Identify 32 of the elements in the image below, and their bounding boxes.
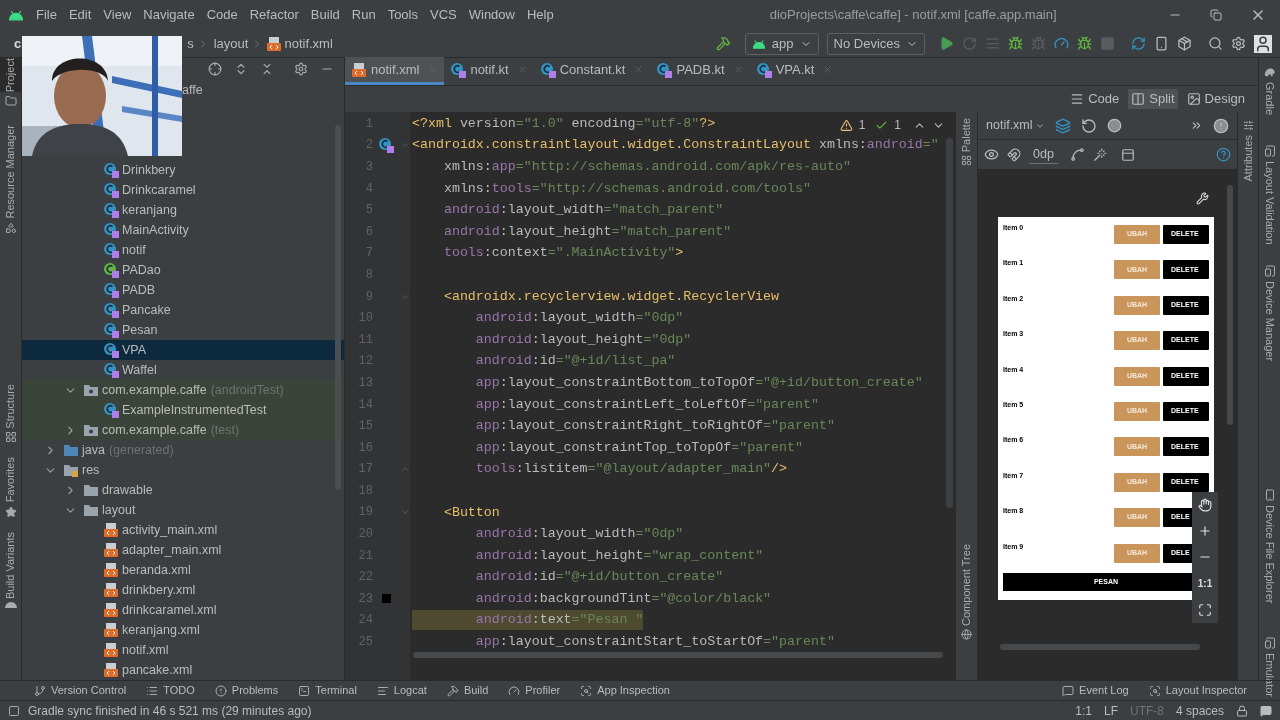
- tree-item-label: drinkcaramel.xml: [122, 601, 217, 619]
- tree-item-label: Pesan: [122, 321, 158, 339]
- tree-item-label: drawable: [102, 481, 153, 499]
- tree-item-label: beranda.xml: [122, 561, 191, 579]
- weak-warning-count: 1: [894, 117, 901, 134]
- tree-item-label: MainActivity: [122, 221, 189, 239]
- tree-item-label: java: [82, 441, 105, 459]
- tree-item-label: VPA: [122, 341, 147, 359]
- tree-item-label: notif.xml: [122, 641, 169, 659]
- tree-item-label: com.example.caffe: [102, 421, 207, 439]
- tree-item-label: keranjang: [122, 201, 177, 219]
- tree-item-label: pancake.xml: [122, 661, 193, 679]
- tree-item-label: Drinkcaramel: [122, 181, 196, 199]
- tree-item-label: notif: [122, 241, 146, 259]
- tree-item-suffix: (test): [210, 421, 240, 439]
- tree-item-label: PADao: [122, 261, 161, 279]
- warning-count: 1: [858, 117, 866, 134]
- tree-item-label: layout: [102, 501, 136, 519]
- tree-item-label: Pancake: [122, 301, 171, 319]
- tree-item-label: drinkbery.xml: [122, 581, 196, 599]
- tree-item-label: keranjang.xml: [122, 621, 200, 639]
- tree-item-label: activity_main.xml: [122, 521, 218, 539]
- tree-item-label: PADB: [122, 281, 156, 299]
- tree-item-label: ExampleInstrumentedTest: [122, 401, 267, 419]
- tree-item-suffix: (androidTest): [210, 381, 284, 399]
- status-message: Gradle sync finished in 46 s 521 ms (29 minutes ago): [28, 702, 312, 720]
- tree-item-label: res: [82, 461, 100, 479]
- tree-item-label: Drinkbery: [122, 161, 176, 179]
- tree-item-label: com.example.caffe: [102, 381, 207, 399]
- tree-item-label: Waffel: [122, 361, 157, 379]
- window-title: dioProjects\caffe\caffe] - notif.xml [caffe.app.main]: [769, 6, 1057, 25]
- tree-item-label: adapter_main.xml: [122, 541, 222, 559]
